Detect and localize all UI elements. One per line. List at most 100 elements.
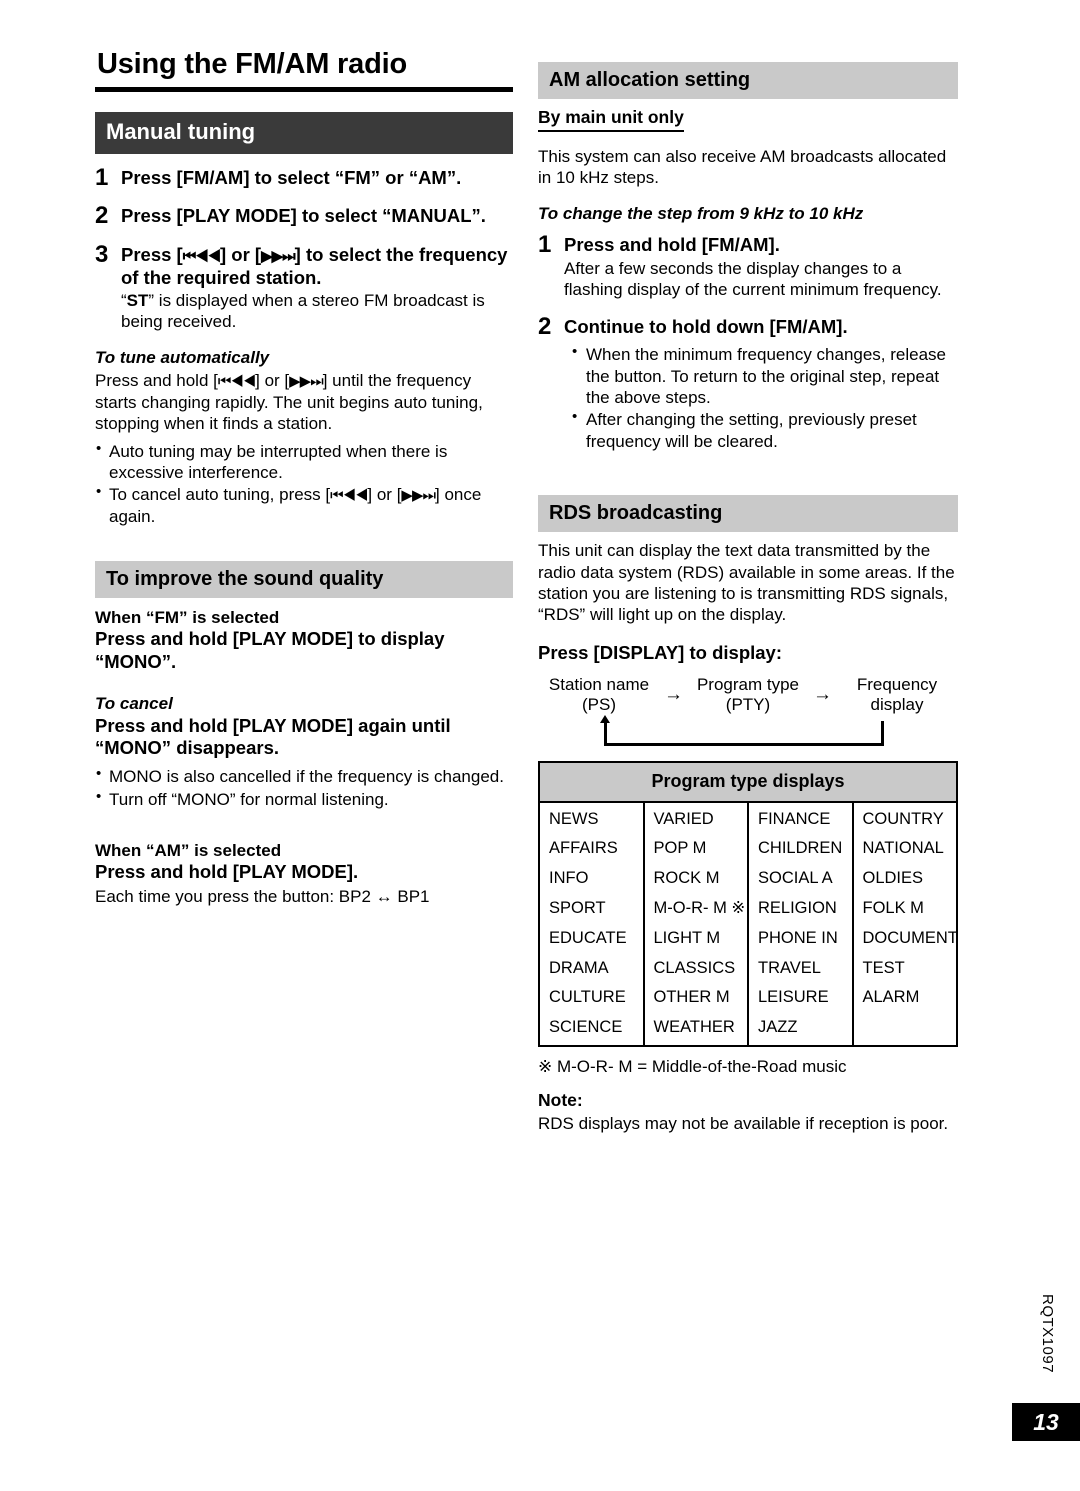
table-cell: OLDIES (851, 864, 958, 895)
am-step-2-bullets: When the minimum frequency changes, rele… (564, 343, 958, 452)
am-note: Each time you press the button: BP2 ↔ BP… (95, 886, 430, 906)
section-heading-manual-tuning: Manual tuning (95, 112, 513, 154)
step-2-instruction: Press [PLAY MODE] to select “MANUAL”. (121, 205, 486, 227)
am-allocation-intro: This system can also receive AM broadcas… (538, 146, 947, 188)
step-number: 2 (538, 312, 552, 340)
step-number: 2 (95, 202, 109, 230)
note-text: RDS displays may not be available if rec… (538, 1114, 949, 1134)
table-cell: NEWS (538, 801, 645, 835)
table-cell: WEATHER (642, 1013, 749, 1047)
table-row: SCIENCE WEATHER JAZZ (538, 1013, 958, 1047)
table-row: DRAMA CLASSICS TRAVEL TEST (538, 953, 958, 984)
table-cell: RELIGION (747, 894, 854, 924)
fm-instruction: Press and hold [PLAY MODE] to display “M… (95, 627, 445, 672)
auto-tune-mid: ] or [ (255, 370, 290, 390)
title-rule (95, 87, 513, 93)
list-item: Turn off “MONO” for normal listening. (95, 788, 513, 810)
list-item: After changing the setting, previously p… (564, 408, 958, 452)
skip-back-icon: ⏮◀◀ (182, 248, 221, 266)
am-step-1-instruction: Press and hold [FM/AM]. (564, 233, 780, 255)
section-heading-sound-quality: To improve the sound quality (95, 560, 513, 598)
table-cell: POP M (642, 834, 749, 865)
step-1-instruction: Press [FM/AM] to select “FM” or “AM”. (121, 166, 462, 188)
table-cell: CLASSICS (642, 953, 749, 984)
skip-forward-icon: ▶▶⏭ (289, 372, 324, 390)
label-when-fm-selected: When “FM” is selected (95, 607, 280, 627)
table-cell: NATIONAL (851, 834, 958, 865)
step-3-note: “ST” is displayed when a stereo FM broad… (121, 290, 513, 332)
program-type-table-title: Program type displays (538, 760, 958, 803)
table-row: CULTURE OTHER M LEISURE ALARM (538, 983, 958, 1014)
step-number: 1 (538, 230, 552, 258)
table-cell: CULTURE (538, 983, 645, 1014)
table-cell: LIGHT M (642, 923, 749, 954)
program-type-table: Program type displays NEWS VARIED FINANC… (538, 760, 958, 1047)
table-cell: FOLK M (851, 894, 958, 924)
am-step-1-note: After a few seconds the display changes … (564, 258, 942, 299)
subheading-to-cancel: To cancel (95, 694, 173, 714)
table-cell: SOCIAL A (747, 864, 854, 895)
table-cell: LEISURE (747, 983, 854, 1014)
note-label: Note: (538, 1090, 583, 1111)
left-column: Using the FM/AM radio Manual tuning 1 Pr… (95, 48, 513, 907)
list-item: MONO is also cancelled if the frequency … (95, 765, 513, 787)
skip-forward-icon: ▶▶⏭ (261, 248, 296, 266)
right-column: AM allocation setting By main unit only … (538, 62, 958, 1135)
cancel-auto-mid: ] or [ (367, 485, 402, 505)
cancel-bullets: MONO is also cancelled if the frequency … (95, 765, 513, 810)
skip-forward-icon: ▶▶⏭ (401, 487, 436, 505)
table-footnote: ※ M-O-R- M = Middle-of-the-Road music (538, 1057, 847, 1076)
step-3-note-text: ” is displayed when a stereo FM broadcas… (121, 291, 485, 332)
skip-back-icon: ⏮◀◀ (217, 372, 256, 390)
am-instruction: Press and hold [PLAY MODE]. (95, 861, 359, 883)
label-by-main-unit-only: By main unit only (538, 107, 684, 132)
skip-back-icon: ⏮◀◀ (330, 487, 368, 505)
flow-node-station-name: Station name (PS) (548, 674, 650, 715)
step-number: 3 (95, 241, 109, 269)
list-item: Auto tuning may be interrupted when ther… (95, 440, 513, 484)
table-cell: SCIENCE (538, 1013, 645, 1047)
manual-page: Using the FM/AM radio Manual tuning 1 Pr… (0, 0, 1080, 1491)
table-cell: AFFAIRS (538, 834, 645, 865)
step-2: 2 Press [PLAY MODE] to select “MANUAL”. (95, 202, 513, 230)
table-cell: EDUCATE (538, 923, 645, 954)
document-code: RQTX1097 (1039, 1293, 1056, 1373)
step-number: 1 (95, 163, 109, 191)
am-step-1: 1 Press and hold [FM/AM]. After a few se… (538, 230, 958, 300)
flow-node-frequency-display: Frequency display (856, 674, 938, 715)
table-row: SPORT M-O-R- M ※ RELIGION FOLK M (538, 894, 958, 924)
rds-intro: This unit can display the text data tran… (538, 541, 955, 625)
table-cell: VARIED (642, 801, 749, 835)
auto-tune-pre: Press and hold [ (95, 370, 218, 390)
subheading-change-step: To change the step from 9 kHz to 10 kHz (538, 203, 864, 223)
section-heading-am-allocation: AM allocation setting (538, 62, 958, 99)
rds-display-instruction: Press [DISPLAY] to display: (538, 641, 782, 663)
step-3-text-pre: Press [ (121, 244, 183, 266)
right-arrow-icon: → (813, 683, 832, 705)
list-item: When the minimum frequency changes, rele… (564, 343, 958, 408)
page-number: 13 (1012, 1403, 1080, 1441)
table-cell: DRAMA (538, 953, 645, 984)
am-step-2-instruction: Continue to hold down [FM/AM]. (564, 315, 848, 337)
label-when-am-selected: When “AM” is selected (95, 840, 282, 860)
table-cell: TEST (851, 953, 958, 984)
table-cell: ALARM (851, 983, 958, 1014)
table-row: NEWS VARIED FINANCE COUNTRY (538, 801, 958, 835)
table-cell: OTHER M (642, 983, 749, 1014)
st-indicator: ST (126, 291, 149, 311)
table-cell: M-O-R- M ※ (642, 894, 749, 924)
step-3: 3 Press [⏮◀◀] or [▶▶⏭] to select the fre… (95, 241, 513, 332)
subheading-tune-automatically: To tune automatically (95, 347, 270, 367)
table-row: EDUCATE LIGHT M PHONE IN DOCUMENT (538, 923, 958, 954)
table-cell: FINANCE (747, 801, 854, 835)
table-cell: TRAVEL (747, 953, 854, 984)
am-step-2: 2 Continue to hold down [FM/AM]. When th… (538, 312, 958, 454)
table-cell: PHONE IN (747, 923, 854, 954)
table-cell: DOCUMENT (851, 923, 958, 954)
list-item: To cancel auto tuning, press [⏮◀◀] or [▶… (95, 483, 513, 527)
table-cell: ROCK M (642, 864, 749, 895)
table-cell: SPORT (538, 894, 645, 924)
table-cell: COUNTRY (851, 801, 958, 835)
